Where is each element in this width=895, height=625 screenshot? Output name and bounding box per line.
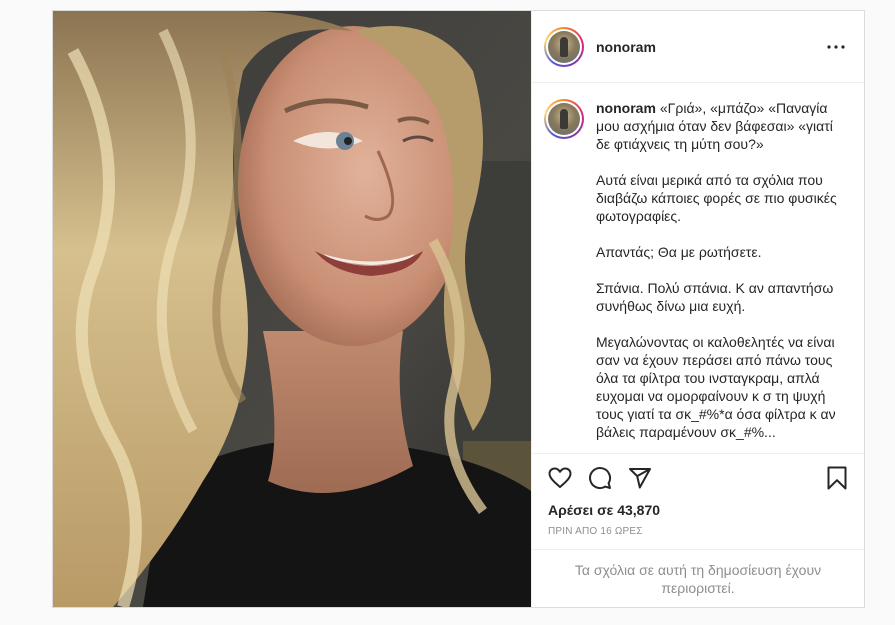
caption-paragraph-2: Αυτά είναι μερικά από τα σχόλια που διαβ… — [596, 172, 837, 224]
likes-count[interactable]: Αρέσει σε 43,870 — [548, 502, 848, 518]
actions-section: Αρέσει σε 43,870 ΠΡΙΝ ΑΠΟ 16 ΩΡΕΣ — [532, 453, 864, 549]
caption-avatar-frame — [546, 101, 582, 137]
post-header: nonoram — [532, 11, 864, 83]
bookmark-icon[interactable] — [808, 458, 848, 498]
caption-paragraph-4: Σπάνια. Πολύ σπάνια. Κ αν απαντήσω συνήθ… — [596, 280, 834, 314]
comments-restricted-notice: Τα σχόλια σε αυτή τη δημοσίευση έχουν πε… — [532, 549, 864, 607]
caption-avatar-image — [548, 103, 580, 135]
avatar-frame — [546, 28, 582, 65]
caption-paragraph-5: Μεγαλώνοντας οι καλοθελητές να είναι σαν… — [596, 334, 836, 440]
paper-plane-icon[interactable] — [628, 458, 668, 498]
avatar[interactable] — [544, 26, 584, 67]
post-sidebar: nonoram nonoram «Γριά», «μπάζο» «Παναγία … — [531, 11, 864, 607]
post-timestamp[interactable]: ΠΡΙΝ ΑΠΟ 16 ΩΡΕΣ — [548, 526, 848, 549]
action-bar — [548, 454, 848, 502]
comment-icon[interactable] — [588, 458, 628, 498]
portrait-image — [53, 11, 531, 607]
caption-avatar[interactable] — [544, 99, 584, 139]
post-card: nonoram nonoram «Γριά», «μπάζο» «Παναγία … — [52, 10, 865, 608]
post-photo[interactable] — [53, 11, 531, 607]
more-options-icon[interactable] — [824, 35, 848, 59]
caption-paragraph-3: Απαντάς; Θα με ρωτήσετε. — [596, 244, 762, 260]
header-username[interactable]: nonoram — [596, 39, 824, 55]
heart-icon[interactable] — [548, 458, 588, 498]
avatar-image — [548, 30, 580, 63]
caption-paragraph: nonoram «Γριά», «μπάζο» «Παναγία μου ασχή… — [596, 99, 850, 153]
caption-username[interactable]: nonoram — [596, 100, 656, 116]
caption-text: nonoram «Γριά», «μπάζο» «Παναγία μου ασχή… — [596, 99, 850, 453]
caption-area: nonoram «Γριά», «μπάζο» «Παναγία μου ασχή… — [532, 83, 864, 453]
